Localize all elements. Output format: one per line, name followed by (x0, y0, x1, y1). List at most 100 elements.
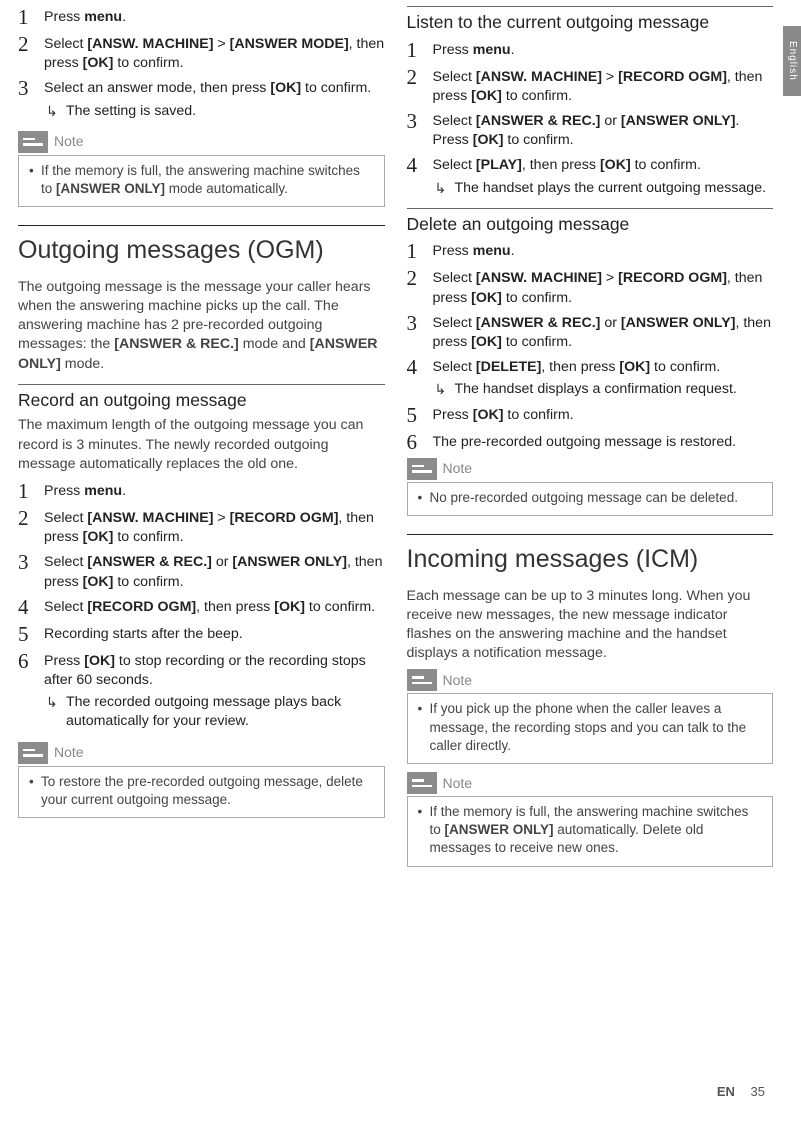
text: Press (44, 9, 84, 25)
sub-divider (407, 6, 774, 7)
section-divider (407, 534, 774, 535)
bold: menu (84, 9, 122, 25)
step-text: Select an answer mode, then press [OK] t… (44, 77, 385, 120)
sub-divider (18, 384, 385, 385)
result-arrow-icon: ↳ (433, 380, 455, 399)
step-item: 1Press menu. (18, 480, 385, 503)
note-text: No pre-recorded outgoing message can be … (430, 489, 738, 507)
result-row: ↳ The setting is saved. (44, 102, 385, 121)
result-text: The recorded outgoing message plays back… (66, 693, 385, 731)
step-text: Select [RECORD OGM], then press [OK] to … (44, 596, 385, 619)
section-divider (18, 225, 385, 226)
note-header: Note (407, 458, 774, 480)
step-number: 2 (407, 267, 433, 307)
step-number: 3 (407, 110, 433, 150)
step-number: 6 (407, 431, 433, 454)
text: mode and (239, 336, 310, 352)
note-body: • To restore the pre-recorded outgoing m… (18, 766, 385, 818)
text: mode automatically. (165, 181, 288, 196)
note-icon (18, 131, 48, 153)
result-row: ↳The recorded outgoing message plays bac… (44, 693, 385, 731)
note-box: Note • If the memory is full, the answer… (18, 131, 385, 207)
subsection-heading: Delete an outgoing message (407, 213, 774, 237)
step-text: Select [DELETE], then press [OK] to conf… (433, 356, 774, 399)
step-item: 5Recording starts after the beep. (18, 623, 385, 646)
bullet-dot: • (418, 803, 430, 858)
subsection-heading: Record an outgoing message (18, 389, 385, 413)
note-icon (407, 772, 437, 794)
section-heading: Outgoing messages (OGM) (18, 234, 385, 268)
note-text: If the memory is full, the answering mac… (430, 803, 763, 858)
step-number: 6 (18, 650, 44, 732)
step-item: 4Select [PLAY], then press [OK] to confi… (407, 154, 774, 197)
note-label: Note (54, 132, 84, 151)
note-box: Note • No pre-recorded outgoing message … (407, 458, 774, 516)
page-footer: EN 35 (717, 1083, 765, 1101)
note-header: Note (18, 131, 385, 153)
paragraph: Each message can be up to 3 minutes long… (407, 587, 774, 664)
bullet-dot: • (418, 489, 430, 507)
section-heading: Incoming messages (ICM) (407, 543, 774, 577)
step-item: 6Press [OK] to stop recording or the rec… (18, 650, 385, 732)
step-number: 5 (407, 404, 433, 427)
note-icon (407, 669, 437, 691)
paragraph: The maximum length of the outgoing messa… (18, 416, 385, 474)
note-body: • If the memory is full, the answering m… (407, 796, 774, 867)
step-text: Recording starts after the beep. (44, 623, 385, 646)
step-text: Select [ANSW. MACHINE] > [RECORD OGM], t… (433, 267, 774, 307)
steps-list: 1Press menu.2Select [ANSW. MACHINE] > [R… (407, 240, 774, 453)
step-text: Select [ANSW. MACHINE] > [RECORD OGM], t… (433, 66, 774, 106)
steps-list: 1Press menu. 2Select [ANSW. MACHINE] > [R… (407, 39, 774, 198)
step-text: Press menu. (44, 480, 385, 503)
step-item: 1 Press menu. (18, 6, 385, 29)
text: > (213, 36, 229, 52)
note-label: Note (443, 774, 473, 793)
step-text: Select [ANSW. MACHINE] > [ANSWER MODE], … (44, 33, 385, 73)
footer-page: 35 (751, 1084, 765, 1099)
text: to confirm. (113, 55, 183, 71)
step-item: 5Press [OK] to confirm. (407, 404, 774, 427)
step-item: 4Select [RECORD OGM], then press [OK] to… (18, 596, 385, 619)
step-item: 2 Select [ANSW. MACHINE] > [ANSWER MODE]… (18, 33, 385, 73)
result-text: The handset displays a confirmation requ… (455, 380, 774, 399)
bold: [OK] (270, 80, 301, 96)
step-text: Press menu. (433, 39, 774, 62)
right-column: Listen to the current outgoing message 1… (407, 0, 774, 1123)
bold: [ANSWER MODE] (230, 36, 349, 52)
bullet-dot: • (29, 773, 41, 809)
bold: [ANSW. MACHINE] (87, 36, 213, 52)
result-arrow-icon: ↳ (44, 102, 66, 121)
step-item: 3Select [ANSWER & REC.] or [ANSWER ONLY]… (407, 312, 774, 352)
text: . (122, 9, 126, 25)
step-item: 3 Select an answer mode, then press [OK]… (18, 77, 385, 120)
step-number: 4 (18, 596, 44, 619)
note-icon (407, 458, 437, 480)
step-item: 2Select [ANSW. MACHINE] > [RECORD OGM], … (18, 507, 385, 547)
note-header: Note (18, 742, 385, 764)
text: mode. (61, 356, 104, 372)
note-text: To restore the pre-recorded outgoing mes… (41, 773, 374, 809)
step-item: 3Select [ANSWER & REC.] or [ANSWER ONLY]… (407, 110, 774, 150)
result-arrow-icon: ↳ (44, 693, 66, 731)
step-text: Press menu. (44, 6, 385, 29)
step-number: 1 (18, 6, 44, 29)
step-item: 2Select [ANSW. MACHINE] > [RECORD OGM], … (407, 66, 774, 106)
step-item: 4Select [DELETE], then press [OK] to con… (407, 356, 774, 399)
text: to confirm. (301, 80, 371, 96)
step-number: 1 (407, 240, 433, 263)
paragraph: The outgoing message is the message your… (18, 278, 385, 374)
step-number: 3 (18, 77, 44, 120)
note-body: • No pre-recorded outgoing message can b… (407, 482, 774, 516)
step-text: Press menu. (433, 240, 774, 263)
note-text: If the memory is full, the answering mac… (41, 162, 374, 198)
step-text: Select [PLAY], then press [OK] to confir… (433, 154, 774, 197)
note-label: Note (443, 671, 473, 690)
step-number: 1 (18, 480, 44, 503)
text: Select (44, 36, 87, 52)
step-text: Press [OK] to stop recording or the reco… (44, 650, 385, 732)
bold: [ANSWER & REC.] (114, 336, 239, 352)
step-number: 2 (18, 507, 44, 547)
step-item: 1Press menu. (407, 39, 774, 62)
note-body: • If you pick up the phone when the call… (407, 693, 774, 764)
note-label: Note (443, 459, 473, 478)
